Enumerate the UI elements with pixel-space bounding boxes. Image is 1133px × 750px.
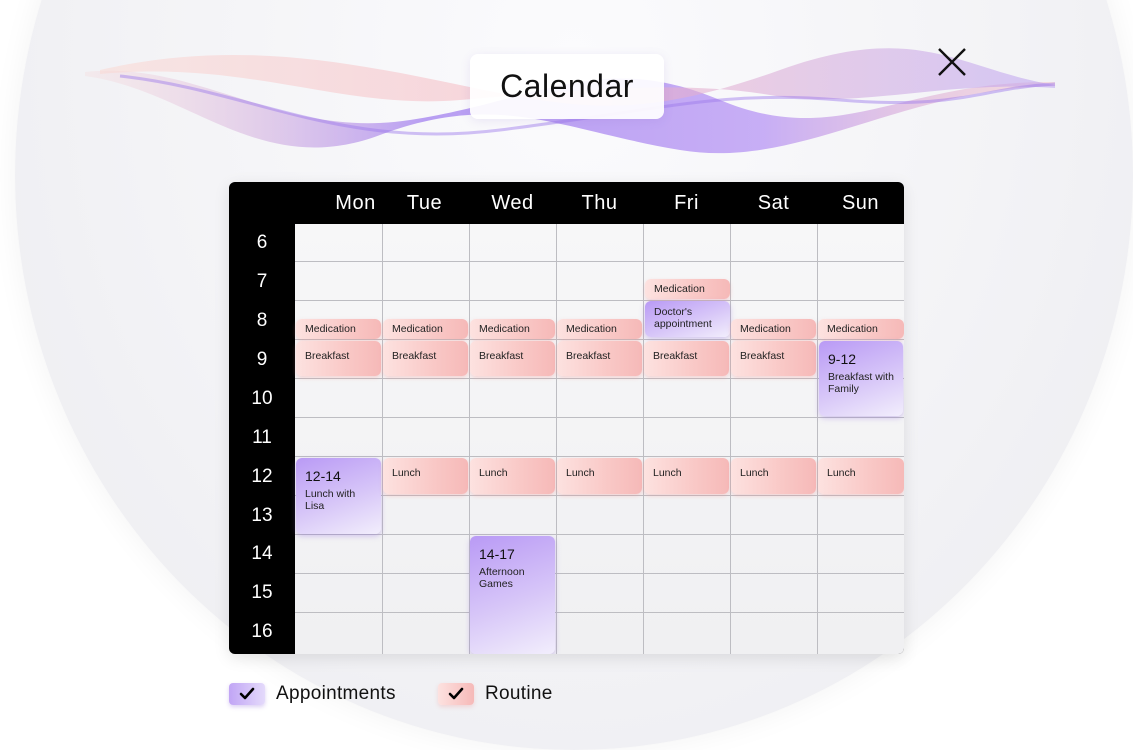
hour-label: 15 <box>251 582 273 603</box>
event-time: 9-12 <box>828 351 857 367</box>
event-breakfast-fri[interactable]: Breakfast <box>644 341 729 376</box>
event-breakfast-with-family[interactable]: 9-12 Breakfast with Family <box>819 341 903 416</box>
event-lunch-sat[interactable]: Lunch <box>731 458 816 494</box>
event-breakfast-mon[interactable]: Breakfast <box>296 341 381 376</box>
event-time: 14-17 <box>479 546 515 562</box>
event-desc: Breakfast with Family <box>828 371 894 395</box>
hour-label: 12 <box>251 466 273 487</box>
close-icon <box>938 48 966 76</box>
grid-divider <box>382 224 383 654</box>
grid-divider <box>295 300 904 301</box>
event-time: 12-14 <box>305 468 341 484</box>
check-icon <box>448 687 464 700</box>
day-header-fri: Fri <box>674 191 699 214</box>
grid-divider <box>295 339 904 340</box>
hour-label: 10 <box>251 388 273 409</box>
event-lunch-fri[interactable]: Lunch <box>644 458 729 494</box>
event-lunch-with-lisa[interactable]: 12-14 Lunch with Lisa <box>296 458 381 534</box>
hour-label: 8 <box>256 310 268 331</box>
event-medication-fri[interactable]: Medication <box>645 279 730 299</box>
hour-label: 9 <box>256 349 268 370</box>
grid-divider <box>817 224 818 654</box>
hour-label: 7 <box>256 271 268 292</box>
grid-divider <box>295 261 904 262</box>
grid-divider <box>295 456 904 457</box>
schedule-grid: Medication Doctor's appointment Medicati… <box>295 224 904 654</box>
hour-label: 16 <box>251 621 273 642</box>
grid-divider <box>295 573 904 574</box>
legend-label: Appointments <box>276 683 396 704</box>
event-medication-thu[interactable]: Medication <box>557 319 642 339</box>
day-header-sun: Sun <box>841 191 880 214</box>
legend-label: Routine <box>485 683 553 704</box>
event-afternoon-games[interactable]: 14-17 Afternoon Games <box>470 536 555 654</box>
appointments-checkbox[interactable] <box>229 683 265 705</box>
event-desc: Afternoon Games <box>479 566 525 590</box>
calendar-grid: Mon Tue Wed Thu Fri Sat Sun 6 7 8 9 10 1… <box>229 182 904 654</box>
routine-checkbox[interactable] <box>438 683 474 705</box>
legend-appointments-toggle[interactable]: Appointments <box>229 683 396 705</box>
close-button[interactable] <box>936 46 968 78</box>
check-icon <box>239 687 255 700</box>
event-breakfast-wed[interactable]: Breakfast <box>470 341 555 376</box>
day-header-thu: Thu <box>581 191 618 214</box>
event-desc: Lunch with Lisa <box>305 488 356 512</box>
event-breakfast-tue[interactable]: Breakfast <box>383 341 468 376</box>
event-desc: Doctor's appointment <box>654 306 712 330</box>
hour-label: 14 <box>251 543 273 564</box>
grid-divider <box>295 378 904 379</box>
event-medication-sun[interactable]: Medication <box>818 319 904 339</box>
event-breakfast-thu[interactable]: Breakfast <box>557 341 642 376</box>
day-header-wed: Wed <box>491 191 534 214</box>
event-medication-tue[interactable]: Medication <box>383 319 468 339</box>
page-title: Calendar <box>470 54 664 119</box>
event-lunch-thu[interactable]: Lunch <box>557 458 642 494</box>
grid-divider <box>295 534 904 535</box>
event-medication-sat[interactable]: Medication <box>731 319 816 339</box>
hour-label: 11 <box>252 427 272 448</box>
day-header-sat: Sat <box>757 191 790 214</box>
grid-divider <box>730 224 731 654</box>
grid-divider <box>643 224 644 654</box>
hour-label: 6 <box>256 232 268 253</box>
legend-routine-toggle[interactable]: Routine <box>438 683 553 705</box>
event-medication-wed[interactable]: Medication <box>470 319 555 339</box>
event-lunch-sun[interactable]: Lunch <box>818 458 904 494</box>
grid-divider <box>295 417 904 418</box>
day-header-tue: Tue <box>406 191 443 214</box>
event-medication-mon[interactable]: Medication <box>296 319 381 339</box>
grid-divider <box>295 612 904 613</box>
event-doctors-appointment[interactable]: Doctor's appointment <box>645 301 730 337</box>
hour-label: 13 <box>251 505 273 526</box>
grid-divider <box>556 224 557 654</box>
grid-divider <box>295 495 904 496</box>
event-lunch-wed[interactable]: Lunch <box>470 458 555 494</box>
event-lunch-tue[interactable]: Lunch <box>383 458 468 494</box>
event-breakfast-sat[interactable]: Breakfast <box>731 341 816 376</box>
